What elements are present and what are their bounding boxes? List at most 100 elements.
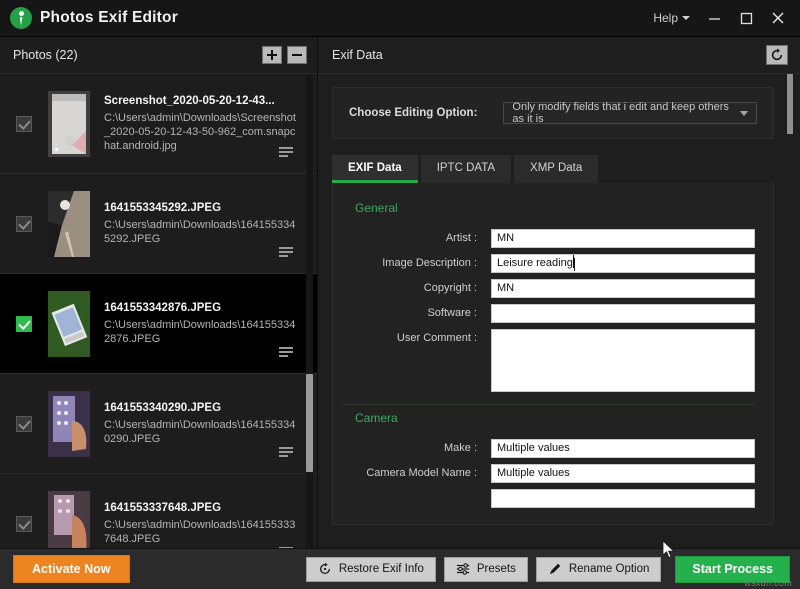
minus-icon <box>292 54 302 56</box>
tab-iptc-data[interactable]: IPTC DATA <box>420 155 512 183</box>
remove-photos-button[interactable] <box>287 46 307 64</box>
chevron-down-icon <box>682 16 690 20</box>
exif-tabs: EXIF Data IPTC DATA XMP Data <box>332 155 774 183</box>
refresh-button[interactable] <box>766 45 788 65</box>
field-camera-model-name: Camera Model Name : Multiple values <box>343 464 755 483</box>
editing-option-label: Choose Editing Option: <box>349 107 478 119</box>
row-checkbox[interactable] <box>16 515 32 532</box>
activate-now-button[interactable]: Activate Now <box>13 555 130 583</box>
presets-label: Presets <box>476 563 516 575</box>
field-user-comment: User Comment : <box>343 329 755 392</box>
editing-option-select[interactable]: Only modify fields that i edit and keep … <box>503 101 757 125</box>
image-description-input[interactable]: Leisure reading <box>491 254 755 273</box>
section-title-camera: Camera <box>355 411 398 425</box>
thumbnail <box>48 90 90 157</box>
field-image-description: Image Description : Leisure reading <box>343 254 755 273</box>
software-input[interactable] <box>491 304 755 323</box>
exif-panel-header: Exif Data <box>318 37 800 74</box>
item-path: C:\Users\admin\Downloads\1641553345292.J… <box>104 218 296 245</box>
copyright-input[interactable]: MN <box>491 279 755 298</box>
photos-panel: Photos (22) Screenshot_2020-05-20-12-43.… <box>0 37 318 548</box>
item-filename: 1641553337648.JPEG <box>104 501 222 514</box>
list-lines-icon[interactable] <box>279 345 293 357</box>
plus-icon <box>267 50 277 60</box>
exif-panel-title: Exif Data <box>332 48 383 62</box>
sliders-icon <box>456 563 469 575</box>
thumbnail <box>48 490 90 548</box>
photo-list[interactable]: Screenshot_2020-05-20-12-43... C:\Users\… <box>0 74 317 548</box>
field-label: Artist : <box>445 232 477 244</box>
field-label: Copyright : <box>423 282 477 294</box>
list-item[interactable]: Screenshot_2020-05-20-12-43... C:\Users\… <box>0 74 317 174</box>
photo-list-scrollbar[interactable] <box>306 74 313 548</box>
item-meta: Screenshot_2020-05-20-12-43... C:\Users\… <box>104 95 305 153</box>
field-make: Make : Multiple values <box>343 439 755 458</box>
rename-option-button[interactable]: Rename Option <box>535 556 662 582</box>
scrollbar-thumb[interactable] <box>787 74 793 134</box>
exif-panel: Exif Data Choose Editing Option: Only mo… <box>318 37 800 548</box>
app-logo-icon <box>10 7 32 29</box>
editing-option-value: Only modify fields that i edit and keep … <box>512 101 729 125</box>
next-field-input[interactable] <box>491 489 755 508</box>
field-label: Camera Model Name : <box>366 467 477 479</box>
user-comment-textarea[interactable] <box>491 329 755 392</box>
exif-scrollbar[interactable] <box>787 74 793 548</box>
tab-exif-data[interactable]: EXIF Data <box>332 155 418 183</box>
caret-down-icon <box>740 110 748 116</box>
help-label: Help <box>653 11 678 25</box>
item-meta: 1641553340290.JPEG C:\Users\admin\Downlo… <box>104 402 305 446</box>
photos-count-label: Photos (22) <box>13 48 78 62</box>
field-artist: Artist : MN <box>343 229 755 248</box>
field-label: Software : <box>427 307 477 319</box>
bottom-toolbar: Activate Now Restore Exif Info Presets R… <box>0 548 800 589</box>
field-next-partial <box>343 489 755 508</box>
tab-xmp-data[interactable]: XMP Data <box>514 155 599 183</box>
presets-button[interactable]: Presets <box>443 556 528 582</box>
section-title-general: General <box>355 201 398 215</box>
list-lines-icon[interactable] <box>279 145 293 157</box>
make-input[interactable]: Multiple values <box>491 439 755 458</box>
thumbnail <box>48 290 90 357</box>
exif-scroll-area[interactable]: Choose Editing Option: Only modify field… <box>318 74 800 548</box>
main-body: Photos (22) Screenshot_2020-05-20-12-43.… <box>0 37 800 548</box>
close-button[interactable] <box>762 3 794 33</box>
camera-model-name-input[interactable]: Multiple values <box>491 464 755 483</box>
scrollbar-thumb[interactable] <box>306 374 313 472</box>
list-lines-icon[interactable] <box>279 445 293 457</box>
row-checkbox[interactable] <box>16 215 32 232</box>
application-window: Photos Exif Editor Help Photos (22) Scre… <box>0 0 800 589</box>
list-item[interactable]: 1641553345292.JPEG C:\Users\admin\Downlo… <box>0 174 317 274</box>
row-checkbox[interactable] <box>16 415 32 432</box>
item-path: C:\Users\admin\Downloads\Screenshot_2020… <box>104 111 296 152</box>
list-item[interactable]: 1641553342876.JPEG C:\Users\admin\Downlo… <box>0 274 317 374</box>
add-photos-button[interactable] <box>262 46 282 64</box>
restore-exif-info-button[interactable]: Restore Exif Info <box>305 556 436 582</box>
editing-option-box: Choose Editing Option: Only modify field… <box>332 87 774 139</box>
row-checkbox[interactable] <box>16 315 32 332</box>
artist-input[interactable]: MN <box>491 229 755 248</box>
list-item[interactable]: 1641553340290.JPEG C:\Users\admin\Downlo… <box>0 374 317 474</box>
item-filename: 1641553345292.JPEG <box>104 201 222 214</box>
item-filename: 1641553342876.JPEG <box>104 301 222 314</box>
restore-clock-icon <box>319 562 330 575</box>
minimize-button[interactable] <box>698 3 730 33</box>
item-meta: 1641553342876.JPEG C:\Users\admin\Downlo… <box>104 302 305 346</box>
maximize-button[interactable] <box>730 3 762 33</box>
list-lines-icon[interactable] <box>279 245 293 257</box>
title-bar: Photos Exif Editor Help <box>0 0 800 37</box>
restore-label: Restore Exif Info <box>338 563 424 575</box>
rename-label: Rename Option <box>568 563 650 575</box>
list-item[interactable]: 1641553337648.JPEG C:\Users\admin\Downlo… <box>0 474 317 548</box>
section-divider <box>343 404 755 405</box>
pencil-icon <box>549 563 561 575</box>
field-software: Software : <box>343 304 755 323</box>
item-meta: 1641553345292.JPEG C:\Users\admin\Downlo… <box>104 202 305 246</box>
thumbnail <box>48 390 90 457</box>
item-path: C:\Users\admin\Downloads\1641553342876.J… <box>104 318 296 345</box>
item-filename: Screenshot_2020-05-20-12-43... <box>104 94 275 107</box>
photos-panel-header: Photos (22) <box>0 37 317 74</box>
field-copyright: Copyright : MN <box>343 279 755 298</box>
help-menu-button[interactable]: Help <box>645 7 698 29</box>
row-checkbox[interactable] <box>16 115 32 132</box>
exif-form: General Artist : MN Image Description : … <box>332 183 774 525</box>
